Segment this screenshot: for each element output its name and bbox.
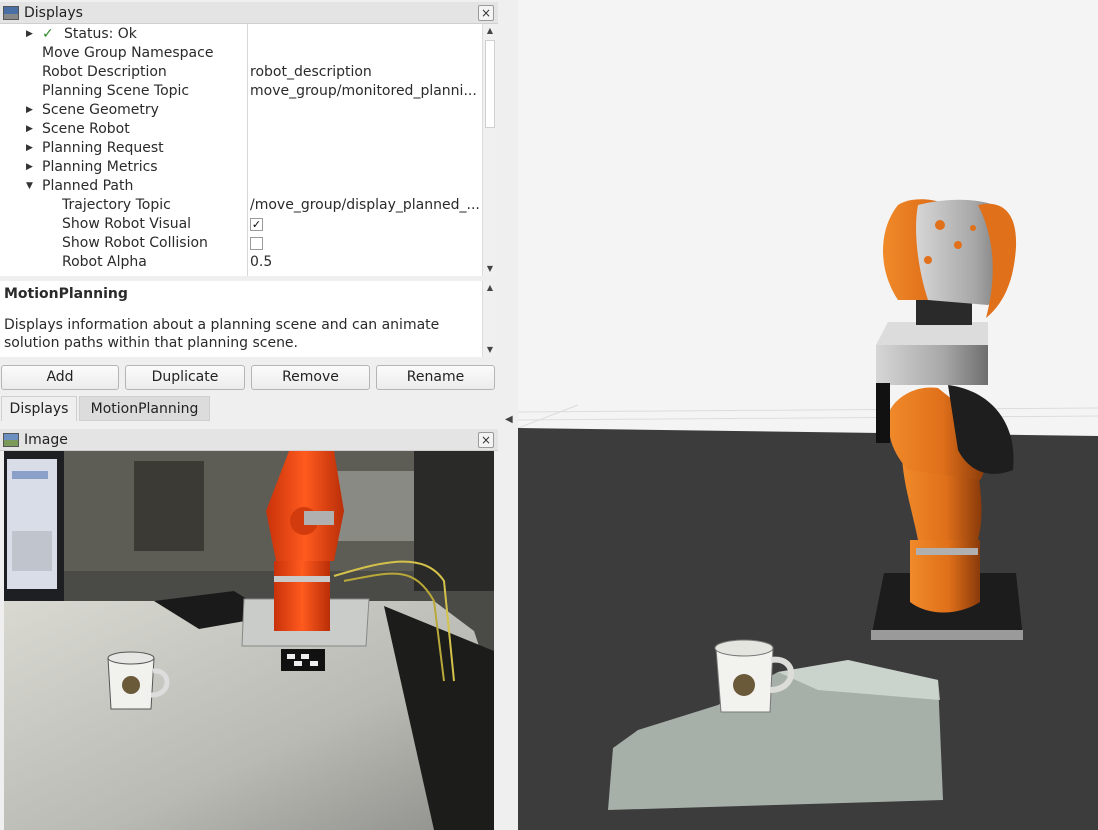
triangle-left-icon[interactable]: ◀ [505,414,513,425]
tree-row-status[interactable]: ▶ ✓ Status: Ok [0,25,482,44]
scrollbar-thumb[interactable] [485,40,495,128]
triangle-right-icon[interactable]: ▶ [26,158,33,177]
show-robot-collision-checkbox[interactable] [250,237,263,250]
tree-row-label: Move Group Namespace [42,45,214,61]
description-title: MotionPlanning [4,286,128,302]
triangle-right-icon[interactable]: ▶ [26,25,33,44]
arrow-up-icon[interactable]: ▲ [483,281,497,295]
tree-row-scene-robot[interactable]: ▶ Scene Robot [0,120,482,139]
description-scrollbar[interactable]: ▲ ▼ [482,281,497,357]
arrow-down-icon[interactable]: ▼ [483,343,497,357]
rename-button[interactable]: Rename [376,365,495,390]
tree-row-label: Show Robot Collision [62,235,208,251]
tree-row-value[interactable]: /move_group/display_planned_... [250,196,480,215]
add-button[interactable]: Add [1,365,119,390]
tree-row-label: Planned Path [42,178,134,194]
camera-image [4,451,494,830]
triangle-right-icon[interactable]: ▶ [26,120,33,139]
displays-property-tree: ▶ ✓ Status: Ok Move Group Namespace Robo… [0,24,482,276]
camera-image-drawing [4,451,494,830]
show-robot-visual-checkbox[interactable]: ✓ [250,218,263,231]
tree-row-planning-scene-topic[interactable]: Planning Scene Topic move_group/monitore… [0,82,482,101]
tree-row-label: Trajectory Topic [62,197,171,213]
tree-row-show-robot-collision[interactable]: Show Robot Collision [0,234,482,253]
display-description: MotionPlanning Displays information abou… [0,281,482,357]
tree-row-robot-description[interactable]: Robot Description robot_description [0,63,482,82]
tree-row-value[interactable]: 0.5 [250,253,480,272]
splitter[interactable]: ◀ [498,0,518,830]
tree-row-value[interactable]: robot_description [250,63,480,82]
checkmark-icon: ✓ [42,26,54,42]
tree-row-robot-alpha[interactable]: Robot Alpha 0.5 [0,253,482,272]
tree-row-label: Planning Metrics [42,159,158,175]
duplicate-button[interactable]: Duplicate [125,365,245,390]
triangle-right-icon[interactable]: ▶ [26,139,33,158]
tree-row-move-group-namespace[interactable]: Move Group Namespace [0,44,482,63]
image-title: Image [24,431,68,448]
tab-displays[interactable]: Displays [1,396,77,421]
tree-row-label: Scene Geometry [42,102,159,118]
triangle-right-icon[interactable]: ▶ [26,101,33,120]
displays-title: Displays [24,4,83,21]
tree-row-label: Show Robot Visual [62,216,192,232]
tree-row-scene-geometry[interactable]: ▶ Scene Geometry [0,101,482,120]
tree-row-label: Scene Robot [42,121,130,137]
tree-row-trajectory-topic[interactable]: Trajectory Topic /move_group/display_pla… [0,196,482,215]
tree-row-label: Robot Alpha [62,254,147,270]
tree-row-show-robot-visual[interactable]: Show Robot Visual ✓ [0,215,482,234]
tree-row-label: Planning Scene Topic [42,83,190,99]
tree-row-value[interactable]: move_group/monitored_planni... [250,82,480,101]
tree-row-label: Planning Request [42,140,164,156]
image-icon [3,432,19,447]
tree-row-planning-request[interactable]: ▶ Planning Request [0,139,482,158]
tree-row-planned-path[interactable]: ▼ Planned Path [0,177,482,196]
3d-render-view[interactable] [518,0,1098,830]
triangle-down-icon[interactable]: ▼ [26,177,33,196]
monitor-icon [3,5,19,20]
remove-button[interactable]: Remove [251,365,370,390]
close-icon[interactable]: × [478,5,494,21]
tree-row-label: Status: Ok [64,26,137,42]
3d-scene [518,0,1098,830]
tree-scrollbar[interactable]: ▲ ▼ [482,24,497,276]
left-dock: Displays × ▶ ✓ Status: Ok Move Group Nam… [0,0,498,830]
arrow-down-icon[interactable]: ▼ [483,262,497,276]
displays-title-bar: Displays × [0,2,498,24]
tree-row-label: Robot Description [42,64,167,80]
image-title-bar: Image × [0,429,498,451]
arrow-up-icon[interactable]: ▲ [483,24,497,38]
description-text: Displays information about a planning sc… [4,317,440,351]
close-icon[interactable]: × [478,432,494,448]
tree-row-planning-metrics[interactable]: ▶ Planning Metrics [0,158,482,177]
tab-motionplanning[interactable]: MotionPlanning [79,396,210,421]
